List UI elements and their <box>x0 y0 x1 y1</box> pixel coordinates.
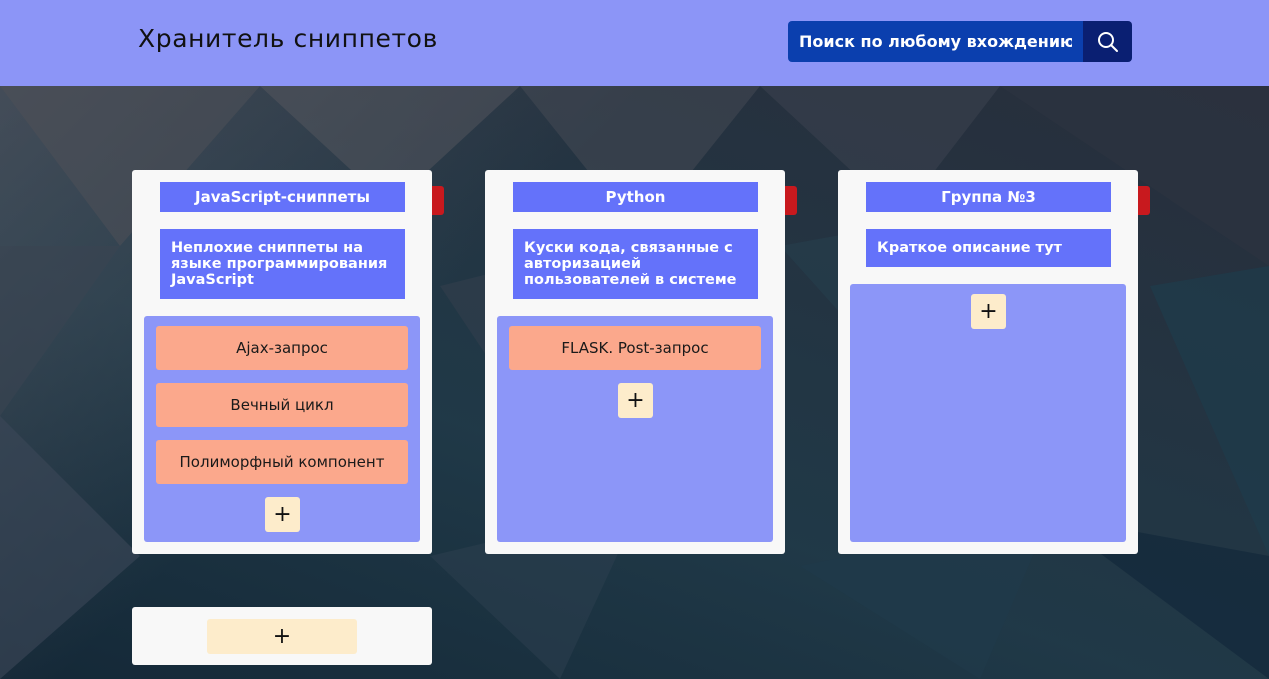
snippet-item[interactable]: Ajax-запрос <box>156 326 408 370</box>
group-card: Python Куски кода, связанные с авторизац… <box>485 170 785 554</box>
search-button[interactable] <box>1083 21 1132 62</box>
group-description[interactable]: Краткое описание тут <box>866 229 1111 267</box>
snippet-item[interactable]: FLASK. Post-запрос <box>509 326 761 370</box>
group-title[interactable]: Python <box>513 182 758 212</box>
group-description[interactable]: Неплохие сниппеты на языке программирова… <box>160 229 405 299</box>
snippet-item[interactable]: Вечный цикл <box>156 383 408 427</box>
group-title[interactable]: Группа №3 <box>866 182 1111 212</box>
delete-group-tab[interactable] <box>1138 186 1150 215</box>
group-description[interactable]: Куски кода, связанные с авторизацией пол… <box>513 229 758 299</box>
search-input[interactable] <box>788 21 1083 62</box>
snippet-list: FLASK. Post-запрос + <box>497 316 773 542</box>
app-title: Хранитель сниппетов <box>138 24 438 53</box>
add-snippet-button[interactable]: + <box>618 383 653 418</box>
snippet-list: + <box>850 284 1126 542</box>
add-snippet-button[interactable]: + <box>971 294 1006 329</box>
snippet-list: Ajax-запрос Вечный цикл Полиморфный комп… <box>144 316 420 542</box>
search-bar <box>788 21 1132 62</box>
group-card: Группа №3 Краткое описание тут + <box>838 170 1138 554</box>
group-card: JavaScript-сниппеты Неплохие сниппеты на… <box>132 170 432 554</box>
add-group-button[interactable]: + <box>207 619 357 654</box>
app-header: Хранитель сниппетов <box>0 0 1269 86</box>
add-snippet-button[interactable]: + <box>265 497 300 532</box>
search-icon <box>1097 31 1118 52</box>
delete-group-tab[interactable] <box>432 186 444 215</box>
delete-group-tab[interactable] <box>785 186 797 215</box>
snippet-item[interactable]: Полиморфный компонент <box>156 440 408 484</box>
new-group-panel: + <box>132 607 432 665</box>
group-title[interactable]: JavaScript-сниппеты <box>160 182 405 212</box>
